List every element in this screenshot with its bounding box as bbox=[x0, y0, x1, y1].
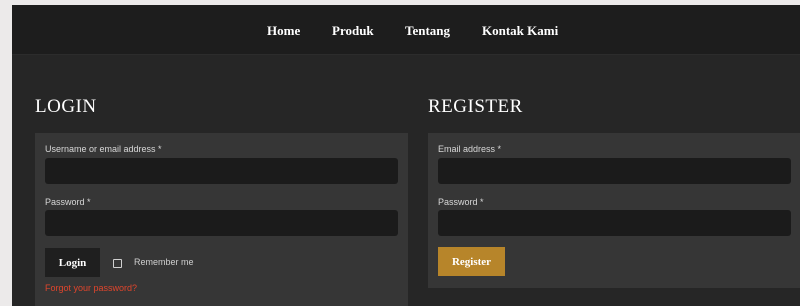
nav-home-link[interactable]: Home bbox=[267, 23, 300, 39]
email-label: Email address * bbox=[438, 144, 502, 154]
login-form-panel: Username or email address * Password * L… bbox=[35, 133, 408, 306]
nav-kontak-kami-link[interactable]: Kontak Kami bbox=[482, 23, 558, 39]
register-form-panel: Email address * Password * Register bbox=[428, 133, 800, 288]
page-background: Home Produk Tentang Kontak Kami LOGIN Us… bbox=[12, 5, 800, 306]
login-button[interactable]: Login bbox=[45, 248, 100, 277]
nav-produk-link[interactable]: Produk bbox=[332, 23, 374, 39]
register-password-label: Password * bbox=[438, 197, 484, 207]
register-button[interactable]: Register bbox=[438, 247, 505, 276]
nav-tentang-link[interactable]: Tentang bbox=[405, 23, 450, 39]
remember-me-checkbox[interactable] bbox=[113, 259, 122, 268]
login-password-label: Password * bbox=[45, 197, 91, 207]
register-heading: REGISTER bbox=[428, 96, 523, 117]
login-password-input[interactable] bbox=[45, 210, 398, 236]
email-input[interactable] bbox=[438, 158, 791, 184]
remember-me-label: Remember me bbox=[134, 257, 194, 267]
register-password-input[interactable] bbox=[438, 210, 791, 236]
username-input[interactable] bbox=[45, 158, 398, 184]
username-label: Username or email address * bbox=[45, 144, 162, 154]
forgot-password-link[interactable]: Forgot your password? bbox=[45, 283, 137, 293]
login-heading: LOGIN bbox=[35, 96, 97, 117]
top-navigation-bar: Home Produk Tentang Kontak Kami bbox=[12, 5, 800, 55]
